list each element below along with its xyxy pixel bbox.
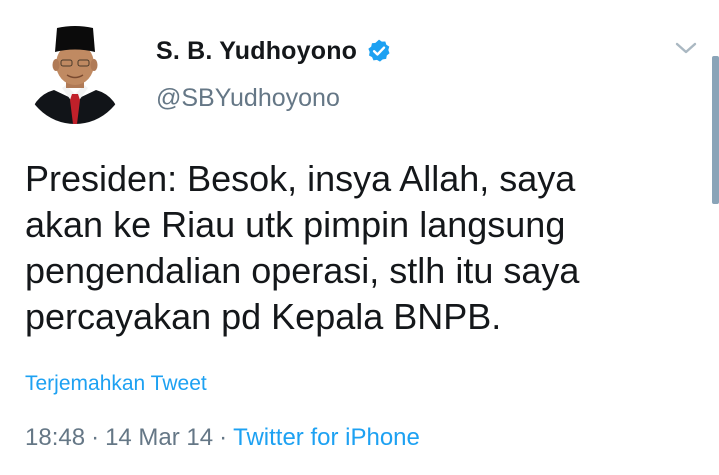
- tweet-card: S. B. Yudhoyono @SBYudhoyono Presiden: B…: [0, 0, 719, 475]
- author-handle[interactable]: @SBYudhoyono: [156, 84, 340, 113]
- author-display-name[interactable]: S. B. Yudhoyono: [156, 37, 357, 66]
- translate-tweet-link[interactable]: Terjemahkan Tweet: [25, 372, 207, 396]
- tweet-source-link[interactable]: Twitter for iPhone: [233, 424, 420, 451]
- meta-separator: ·: [91, 424, 100, 451]
- chevron-down-icon[interactable]: [673, 38, 699, 58]
- tweet-date[interactable]: 14 Mar 14: [105, 424, 213, 451]
- tweet-time[interactable]: 18:48: [25, 424, 85, 451]
- tweet-text: Presiden: Besok, insya Allah, saya akan …: [25, 158, 580, 337]
- tweet-metadata: 18:48 · 14 Mar 14 · Twitter for iPhone: [25, 424, 420, 452]
- meta-separator: ·: [219, 424, 228, 451]
- profile-photo: [24, 22, 126, 124]
- author-name-row[interactable]: S. B. Yudhoyono: [156, 34, 392, 68]
- scrollbar[interactable]: [712, 56, 719, 204]
- verified-badge-icon: [366, 38, 392, 64]
- avatar[interactable]: [24, 22, 126, 124]
